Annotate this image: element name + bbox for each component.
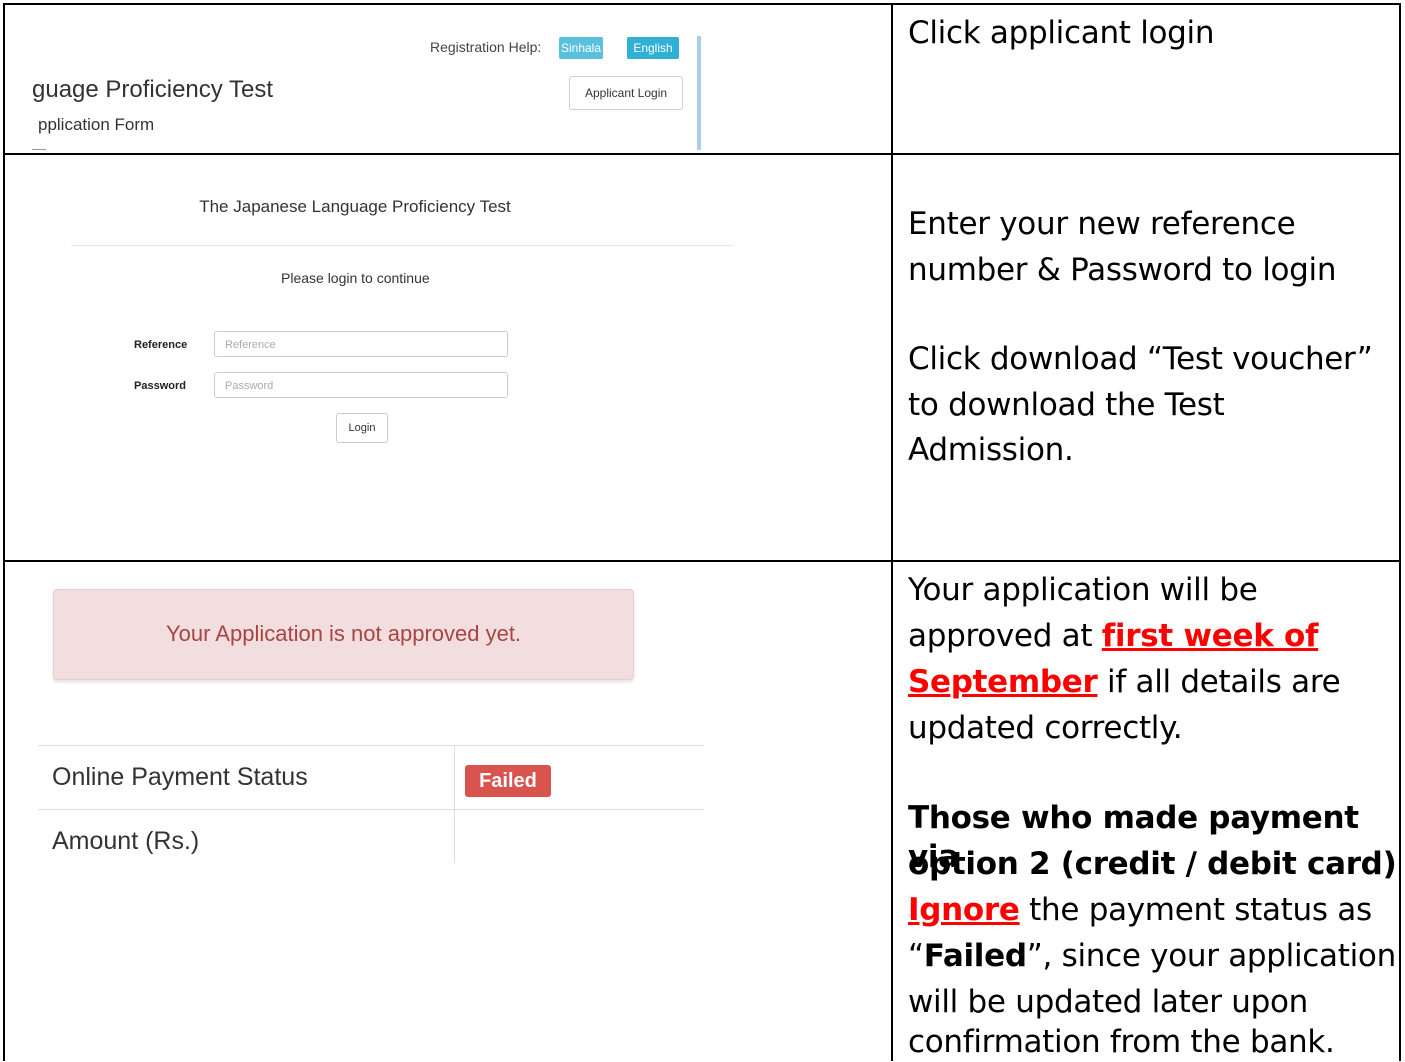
- login-page-title: The Japanese Language Proficiency Test: [0, 197, 890, 217]
- header-screenshot: Registration Help: Sinhala English guage…: [14, 22, 704, 150]
- instruction-click-login: Click applicant login: [908, 15, 1215, 51]
- approval-line1-text: Your application will be: [908, 572, 1258, 608]
- applicant-login-button[interactable]: Applicant Login: [569, 76, 683, 110]
- payment-status-table: Online Payment Status Failed Amount (Rs.…: [38, 745, 704, 863]
- header-accent-bar: [697, 36, 701, 150]
- status-badge: Failed: [465, 765, 551, 797]
- table-border-row1: [3, 153, 1401, 155]
- password-input[interactable]: Password: [214, 372, 508, 398]
- approval-line4: updated correctly.: [908, 709, 1183, 748]
- header-divider: [32, 149, 46, 150]
- instruction-enter-credentials-line1: Enter your new reference: [908, 206, 1296, 242]
- approval-line3: September if all details are: [908, 663, 1341, 702]
- payment-note-line4-text: ”, since your application: [1026, 938, 1397, 974]
- not-approved-alert: Your Application is not approved yet.: [53, 589, 634, 680]
- approval-line2: approved at first week of: [908, 617, 1319, 656]
- amount-label: Amount (Rs.): [52, 827, 200, 855]
- table-border-right: [1399, 3, 1401, 1061]
- approval-line3-text: if all details are: [1097, 664, 1341, 700]
- approval-date-highlight: first week of: [1101, 618, 1319, 654]
- table-row-border: [38, 745, 704, 746]
- login-page-title-text: The Japanese Language Proficiency Test: [199, 197, 511, 216]
- instruction-table: Registration Help: Sinhala English guage…: [0, 0, 1405, 1061]
- login-prompt: Please login to continue: [281, 270, 430, 286]
- sinhala-help-button[interactable]: Sinhala: [559, 37, 603, 59]
- instruction-voucher-line2: to download the Test: [908, 387, 1225, 423]
- approval-line4-text: updated correctly.: [908, 710, 1183, 746]
- payment-note-line3: Ignore the payment status as: [908, 891, 1372, 930]
- reference-input[interactable]: Reference: [214, 331, 508, 357]
- payment-note-line3-text: the payment status as: [1019, 892, 1372, 928]
- approval-line2-text: approved at: [908, 618, 1102, 654]
- failed-word: Failed: [923, 938, 1027, 974]
- password-label: Password: [134, 380, 186, 392]
- approval-line1: Your application will be: [908, 571, 1258, 610]
- approval-month-highlight: September: [908, 664, 1098, 700]
- payment-status-label: Online Payment Status: [52, 763, 308, 791]
- english-help-button[interactable]: English: [627, 37, 679, 59]
- alert-message: Your Application is not approved yet.: [165, 621, 522, 646]
- login-button[interactable]: Login: [336, 413, 388, 443]
- page-title-fragment: guage Proficiency Test: [32, 76, 274, 103]
- page-subtitle-fragment: pplication Form: [38, 115, 155, 134]
- payment-note-line5: will be updated later upon: [908, 984, 1308, 1020]
- payment-note-line4: “Failed”, since your application: [908, 937, 1396, 976]
- table-border-middle: [891, 3, 893, 1061]
- table-border-top: [3, 3, 1401, 5]
- login-separator: [71, 245, 733, 246]
- registration-help-label: Registration Help:: [430, 39, 542, 55]
- ignore-highlight: Ignore: [908, 892, 1020, 928]
- quote-open: “: [908, 938, 924, 974]
- reference-label: Reference: [134, 339, 188, 351]
- instruction-voucher-line1: Click download “Test voucher”: [908, 341, 1373, 377]
- table-border-row2: [3, 560, 1401, 562]
- payment-note-line2: option 2 (credit / debit card): [908, 846, 1397, 882]
- instruction-enter-credentials-line2: number & Password to login: [908, 252, 1337, 288]
- instruction-voucher-line3: Admission.: [908, 432, 1074, 468]
- table-border-left: [3, 3, 5, 1061]
- table-column-border: [454, 745, 455, 863]
- payment-note-line6: confirmation from the bank.: [908, 1024, 1335, 1060]
- table-row-border: [38, 809, 704, 810]
